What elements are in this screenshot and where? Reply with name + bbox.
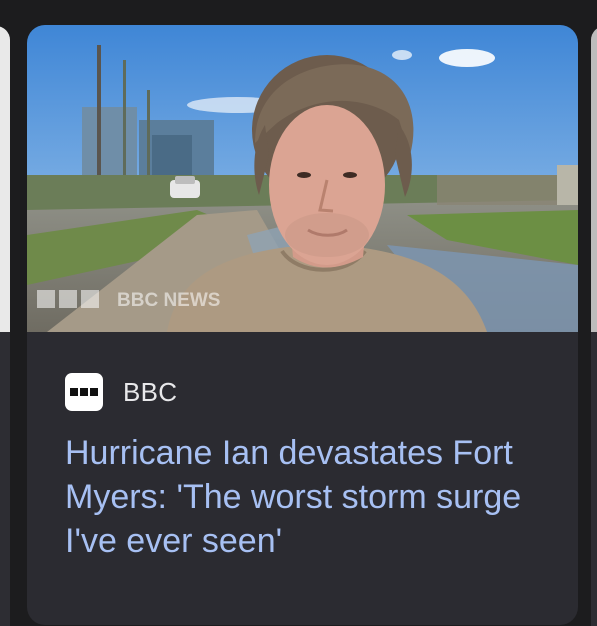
bbc-logo-icon: [65, 373, 103, 411]
watermark-text: BBC NEWS: [117, 290, 220, 311]
bbc-news-watermark: [37, 290, 99, 308]
next-card-edge[interactable]: [591, 26, 597, 626]
news-card[interactable]: BBC NEWS BBC Hurricane Ian devastates Fo…: [27, 25, 578, 625]
previous-card-thumbnail: [0, 26, 10, 332]
news-thumbnail[interactable]: BBC NEWS: [27, 25, 578, 332]
headline-link[interactable]: Hurricane Ian devastates Fort Myers: 'Th…: [65, 431, 545, 563]
source-name: BBC: [123, 376, 178, 407]
news-photo: BBC NEWS: [27, 25, 578, 332]
next-card-thumbnail: [591, 26, 597, 332]
source-row: BBC: [65, 373, 177, 411]
previous-card-edge[interactable]: [0, 26, 10, 626]
